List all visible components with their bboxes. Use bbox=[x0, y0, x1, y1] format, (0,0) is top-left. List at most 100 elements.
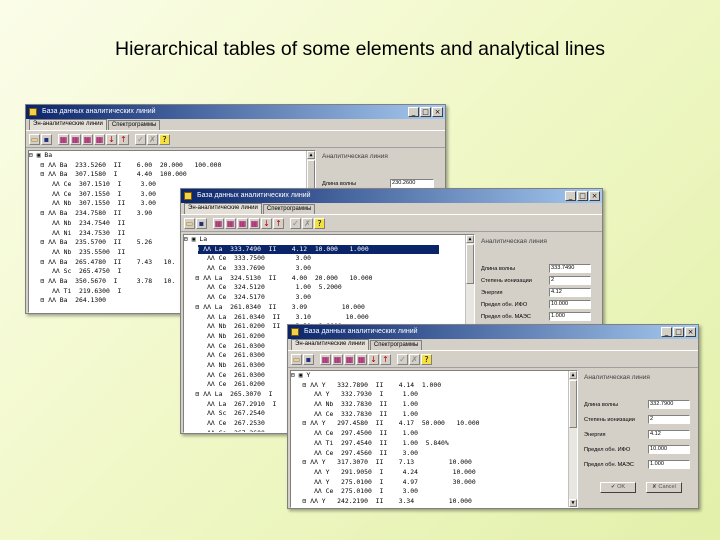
open-icon[interactable]: ▭ bbox=[184, 217, 195, 229]
tree-node[interactable]: ΛΛ La 261.0340 II 3.10 10.000 bbox=[184, 313, 474, 323]
table-edit-icon[interactable]: ▦ bbox=[344, 353, 355, 365]
ok-button[interactable]: ✔ OK bbox=[600, 482, 636, 493]
tab-analytical-lines[interactable]: Эн-аналитические линии bbox=[184, 203, 262, 214]
tree-node[interactable]: ΛΛ Y 332.7930 I 1.00 bbox=[291, 390, 577, 400]
tree-node[interactable]: ΛΛ Ce 297.4500 II 1.00 bbox=[291, 429, 577, 439]
tree-node[interactable]: ΛΛ Ce 297.4560 II 3.00 bbox=[291, 449, 577, 459]
tree-root-node[interactable]: ⊟ ▣ Y bbox=[291, 371, 577, 381]
tree-node[interactable]: ΛΛ Ce 324.5120 1.00 5.2000 bbox=[184, 283, 474, 293]
window-titlebar[interactable]: База данных аналитических линий _ □ × bbox=[26, 105, 445, 119]
tree-view[interactable]: ⊟ ▣ Y ⊟ ΛΛ Y 332.7890 II 4.14 1.000 ΛΛ Y… bbox=[290, 370, 578, 508]
field-input[interactable]: 10.000 bbox=[648, 445, 690, 454]
maximize-button[interactable]: □ bbox=[577, 191, 588, 201]
move-up-icon[interactable]: ↑ bbox=[118, 133, 129, 145]
help-icon[interactable]: ? bbox=[314, 217, 325, 229]
tree-root-node[interactable]: ⊟ ▣ La bbox=[184, 235, 474, 245]
close-button[interactable]: × bbox=[685, 327, 696, 337]
field-input[interactable]: 332.7900 bbox=[648, 400, 690, 409]
cancel-icon[interactable]: ✗ bbox=[147, 133, 158, 145]
tree-node[interactable]: ⊟ ΛΛ La 324.5130 II 4.00 20.000 10.000 bbox=[184, 274, 474, 284]
table-icon[interactable]: ▦ bbox=[213, 217, 224, 229]
minimize-button[interactable]: _ bbox=[565, 191, 576, 201]
tree-root-node[interactable]: ⊟ ▣ Ba bbox=[29, 151, 315, 161]
save-icon[interactable]: ▪ bbox=[41, 133, 52, 145]
table-icon[interactable]: ▦ bbox=[320, 353, 331, 365]
minimize-button[interactable]: _ bbox=[408, 107, 419, 117]
tab-spectrograms[interactable]: Спектрограммы bbox=[107, 120, 161, 130]
table-delete-icon[interactable]: ▦ bbox=[249, 217, 260, 229]
table-add-icon[interactable]: ▦ bbox=[70, 133, 81, 145]
field-input[interactable]: 10.000 bbox=[549, 300, 591, 309]
move-down-icon[interactable]: ↓ bbox=[106, 133, 117, 145]
tree-node[interactable]: ΛΛ Ce 324.5170 3.00 bbox=[184, 293, 474, 303]
move-up-icon[interactable]: ↑ bbox=[380, 353, 391, 365]
panel-heading: Аналитическая линия bbox=[481, 238, 547, 245]
tree-node[interactable]: ΛΛ Ce 332.7830 II 1.00 bbox=[291, 410, 577, 420]
field-label: Энергия bbox=[481, 290, 503, 296]
check-icon[interactable]: ✓ bbox=[397, 353, 408, 365]
field-label: Степень ионизации bbox=[481, 278, 532, 284]
tree-node[interactable]: ⊟ ΛΛ Ba 233.5260 II 6.00 20.000 100.000 bbox=[29, 161, 315, 171]
tree-node[interactable]: ΛΛ Y 291.9050 I 4.24 10.000 bbox=[291, 468, 577, 478]
field-input[interactable]: 1.000 bbox=[648, 460, 690, 469]
app-icon bbox=[184, 192, 192, 200]
table-delete-icon[interactable]: ▦ bbox=[94, 133, 105, 145]
tree-node[interactable]: ΛΛ Ce 333.7690 3.00 bbox=[184, 264, 474, 274]
field-input[interactable]: 4.12 bbox=[648, 430, 690, 439]
tree-node[interactable]: ⊟ ΛΛ La 261.0340 II 3.09 10.000 bbox=[184, 303, 474, 313]
check-icon[interactable]: ✓ bbox=[290, 217, 301, 229]
table-edit-icon[interactable]: ▦ bbox=[82, 133, 93, 145]
tab-spectrograms[interactable]: Спектрограммы bbox=[262, 204, 316, 214]
cancel-button[interactable]: ✘ Cancel bbox=[646, 482, 682, 493]
tree-node[interactable]: ⊟ ΛΛ La 333.7490 II 4.12 10.000 1.000 bbox=[184, 244, 474, 255]
tab-spectrograms[interactable]: Спектрограммы bbox=[369, 340, 423, 350]
field-input[interactable]: 4.12 bbox=[549, 288, 591, 297]
field-label: Предел обн. ИФО bbox=[481, 302, 528, 308]
save-icon[interactable]: ▪ bbox=[196, 217, 207, 229]
minimize-button[interactable]: _ bbox=[661, 327, 672, 337]
move-down-icon[interactable]: ↓ bbox=[261, 217, 272, 229]
save-icon[interactable]: ▪ bbox=[303, 353, 314, 365]
tab-analytical-lines[interactable]: Эн-аналитические линии bbox=[291, 339, 369, 350]
window-title: База данных аналитических линий bbox=[304, 328, 418, 335]
maximize-button[interactable]: □ bbox=[673, 327, 684, 337]
table-add-icon[interactable]: ▦ bbox=[225, 217, 236, 229]
tree-node[interactable]: ΛΛ Ce 275.0100 I 3.00 bbox=[291, 487, 577, 497]
field-input[interactable]: 230.2600 bbox=[390, 179, 434, 188]
window-titlebar[interactable]: База данных аналитических линий _ □ × bbox=[181, 189, 602, 203]
field-input[interactable]: 2 bbox=[549, 276, 591, 285]
close-button[interactable]: × bbox=[589, 191, 600, 201]
move-up-icon[interactable]: ↑ bbox=[273, 217, 284, 229]
tree-node[interactable]: ΛΛ Y 275.0100 I 4.97 30.000 bbox=[291, 478, 577, 488]
tree-scrollbar[interactable]: ▲▼ bbox=[568, 371, 577, 507]
tree-node[interactable]: ⊟ ΛΛ Y 317.3070 II 7.13 10.000 bbox=[291, 458, 577, 468]
tree-node[interactable]: ⊟ ΛΛ Y 242.2190 II 3.34 10.000 bbox=[291, 497, 577, 507]
window-titlebar[interactable]: База данных аналитических линий _ □ × bbox=[288, 325, 698, 339]
help-icon[interactable]: ? bbox=[421, 353, 432, 365]
maximize-button[interactable]: □ bbox=[420, 107, 431, 117]
open-icon[interactable]: ▭ bbox=[29, 133, 40, 145]
panel-heading: Аналитическая линия bbox=[322, 153, 388, 160]
table-edit-icon[interactable]: ▦ bbox=[237, 217, 248, 229]
table-delete-icon[interactable]: ▦ bbox=[356, 353, 367, 365]
move-down-icon[interactable]: ↓ bbox=[368, 353, 379, 365]
field-input[interactable]: 1.000 bbox=[549, 312, 591, 321]
tree-node[interactable]: ⊟ ΛΛ Y 297.4580 II 4.17 50.000 10.000 bbox=[291, 419, 577, 429]
field-input[interactable]: 333.7490 bbox=[549, 264, 591, 273]
cancel-icon[interactable]: ✗ bbox=[302, 217, 313, 229]
tree-node[interactable]: ΛΛ Ti 297.4540 II 1.00 5.840% bbox=[291, 439, 577, 449]
help-icon[interactable]: ? bbox=[159, 133, 170, 145]
open-icon[interactable]: ▭ bbox=[291, 353, 302, 365]
tree-node[interactable]: ΛΛ Ce 333.7500 3.00 bbox=[184, 254, 474, 264]
tree-node[interactable]: ΛΛ Sc 242.2180 II 3.00 8.400% bbox=[291, 507, 577, 508]
check-icon[interactable]: ✓ bbox=[135, 133, 146, 145]
table-add-icon[interactable]: ▦ bbox=[332, 353, 343, 365]
cancel-icon[interactable]: ✗ bbox=[409, 353, 420, 365]
tree-node[interactable]: ΛΛ Nb 332.7830 II 1.00 bbox=[291, 400, 577, 410]
field-input[interactable]: 2 bbox=[648, 415, 690, 424]
tree-node[interactable]: ⊟ ΛΛ Ba 307.1580 I 4.40 100.000 bbox=[29, 170, 315, 180]
close-button[interactable]: × bbox=[432, 107, 443, 117]
table-icon[interactable]: ▦ bbox=[58, 133, 69, 145]
tree-node[interactable]: ⊟ ΛΛ Y 332.7890 II 4.14 1.000 bbox=[291, 381, 577, 391]
tab-analytical-lines[interactable]: Эн-аналитические линии bbox=[29, 119, 107, 130]
